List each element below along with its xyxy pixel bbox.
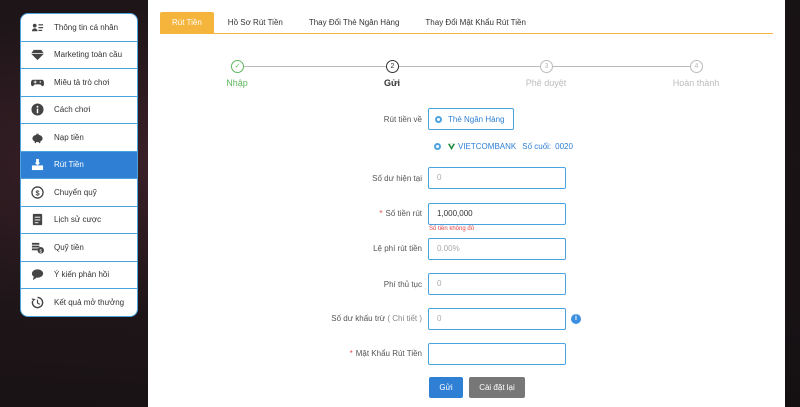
sidebar-item-marketing[interactable]: Marketing toàn cầu	[21, 42, 137, 69]
deduct-label-text: Số dư khấu trừ	[331, 314, 386, 323]
withdraw-icon	[30, 158, 44, 172]
dollar-circle-icon: $	[30, 185, 44, 199]
tab-withdraw[interactable]: Rút Tiền	[160, 12, 214, 34]
step-3-number: 3	[540, 60, 553, 73]
sidebar-item-label: Nạp tiền	[54, 132, 84, 142]
bank-name: VIETCOMBANK	[458, 142, 517, 151]
sidebar-item-label: Quỹ tiền	[54, 242, 84, 252]
progress-steps: ✓ Nhập 2 Gửi 3 Phê duyệt 4 Hoàn thành	[148, 58, 785, 98]
step-4-label: Hoàn thành	[672, 78, 720, 88]
sidebar-item-label: Thông tin cá nhân	[54, 22, 119, 32]
vietcombank-logo-icon	[447, 143, 456, 151]
sidebar-item-deposit[interactable]: Nạp tiền	[21, 124, 137, 152]
step-2-number: 2	[386, 60, 399, 73]
step-2-label: Gửi	[383, 78, 401, 88]
step-3-label: Phê duyệt	[525, 78, 567, 88]
submit-button[interactable]: Gửi	[429, 377, 463, 398]
gamepad-icon	[30, 75, 44, 89]
step-1-check-icon: ✓	[231, 60, 244, 73]
bank-card-radio[interactable]: Thẻ Ngân Hàng	[428, 108, 514, 130]
radio-dot-icon	[435, 115, 442, 123]
password-label: * Mật Khẩu Rút Tiền	[292, 349, 422, 358]
bank-last-digits-label: Số cuối:	[522, 142, 552, 151]
sidebar-item-profile[interactable]: Thông tin cá nhân	[21, 14, 137, 42]
deduct-detail-link[interactable]: ( Chi tiết )	[387, 314, 422, 323]
sidebar-item-label: Lịch sử cược	[54, 215, 102, 225]
current-balance-label: Số dư hiện tại	[372, 174, 422, 183]
chat-icon	[30, 268, 44, 282]
sidebar-item-label: Chuyển quỹ	[54, 187, 97, 197]
sidebar-item-transfer[interactable]: $ Chuyển quỹ	[21, 179, 137, 207]
radio-dot-icon	[434, 143, 441, 150]
sidebar-item-label: Marketing toàn cầu	[54, 50, 123, 60]
password-label-text: Mật Khẩu Rút Tiền	[355, 349, 422, 358]
sidebar-item-label: Ý kiến phản hồi	[54, 270, 110, 280]
current-balance-field[interactable]: 0	[428, 167, 566, 189]
diamond-icon	[30, 48, 44, 62]
sidebar-item-withdraw[interactable]: Rút Tiền	[21, 151, 137, 179]
sidebar-item-feedback[interactable]: Ý kiến phản hồi	[21, 262, 137, 289]
sidebar-item-label: Rút Tiền	[54, 160, 84, 170]
fee-label: Phí thủ tục	[383, 280, 422, 289]
deduct-label: Số dư khấu trừ ( Chi tiết )	[292, 314, 422, 323]
tab-change-withdraw-password[interactable]: Thay Đổi Mật Khẩu Rút Tiền	[413, 12, 538, 34]
sidebar-item-funds[interactable]: $ Quỹ tiền	[21, 234, 137, 262]
step-1-label: Nhập	[226, 78, 248, 88]
sidebar-item-label: Kết quả mở thưởng	[54, 298, 125, 308]
svg-text:$: $	[35, 188, 40, 197]
bank-account-option[interactable]: VIETCOMBANK Số cuối: 0020	[434, 142, 573, 151]
reset-button[interactable]: Cài đặt lại	[469, 377, 525, 398]
history-icon	[30, 296, 44, 310]
amount-label-text: Số tiền rút	[385, 209, 422, 218]
step-connector	[553, 66, 690, 67]
fee-rate-label: Lệ phí rút tiền	[373, 244, 422, 253]
piggy-bank-icon	[30, 130, 44, 144]
amount-error-text: Số tiền không đủ	[429, 226, 475, 232]
user-card-icon	[30, 20, 44, 34]
sidebar-item-label: Cách chơi	[54, 105, 91, 115]
sidebar-item-game-desc[interactable]: Miêu tả trò chơi	[21, 69, 137, 97]
tab-bar: Rút Tiền Hồ Sơ Rút Tiền Thay Đổi Thẻ Ngâ…	[160, 12, 540, 34]
withdraw-to-label: Rút tiền về	[383, 115, 422, 124]
amount-field[interactable]: 1,000,000	[428, 203, 566, 225]
sidebar-item-label: Miêu tả trò chơi	[54, 77, 110, 87]
required-marker: *	[349, 349, 353, 358]
main-panel: Rút Tiền Hồ Sơ Rút Tiền Thay Đổi Thẻ Ngâ…	[148, 0, 785, 407]
step-connector	[399, 66, 540, 67]
document-icon	[30, 213, 44, 227]
bank-card-option-label: Thẻ Ngân Hàng	[448, 114, 505, 124]
deduct-field[interactable]: 0	[428, 308, 566, 330]
info-icon[interactable]: i	[571, 314, 581, 324]
fee-field[interactable]: 0	[428, 273, 566, 295]
password-field[interactable]	[428, 343, 566, 365]
bank-last-digits: 0020	[555, 142, 573, 151]
svg-text:$: $	[39, 248, 42, 253]
fee-rate-field[interactable]: 0.00%	[428, 238, 566, 260]
tab-withdraw-history[interactable]: Hồ Sơ Rút Tiền	[216, 12, 295, 34]
step-4-number: 4	[690, 60, 703, 73]
coins-icon: $	[30, 240, 44, 254]
step-connector	[244, 66, 386, 67]
sidebar: Thông tin cá nhân Marketing toàn cầu Miê…	[20, 13, 138, 317]
sidebar-item-how-to-play[interactable]: Cách chơi	[21, 97, 137, 124]
info-icon	[30, 103, 44, 117]
required-marker: *	[379, 209, 383, 218]
amount-label: * Số tiền rút	[292, 209, 422, 218]
sidebar-item-results[interactable]: Kết quả mở thưởng	[21, 289, 137, 316]
sidebar-item-bet-history[interactable]: Lịch sử cược	[21, 207, 137, 234]
tab-change-bank-card[interactable]: Thay Đổi Thẻ Ngân Hàng	[297, 12, 412, 34]
tab-underline	[160, 33, 773, 34]
